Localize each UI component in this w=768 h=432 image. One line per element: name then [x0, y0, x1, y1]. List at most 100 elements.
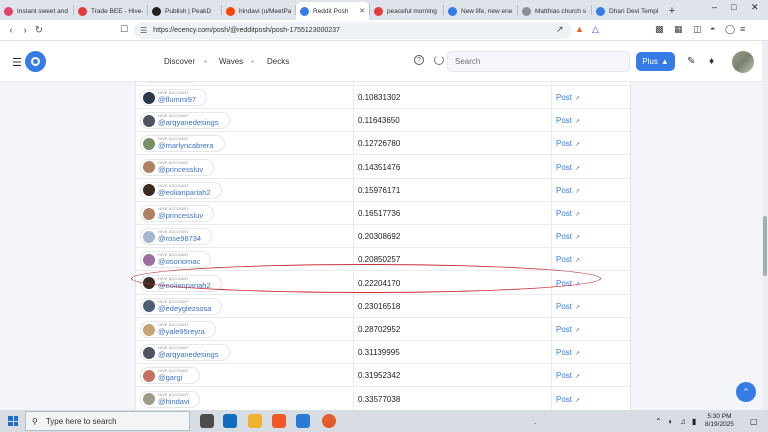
- clock-date: 8/19/2025: [705, 421, 734, 428]
- account-pill[interactable]: HIVE ACCOUNT @arqyanedesings: [140, 344, 230, 362]
- browser-tab[interactable]: peaceful morning: [370, 2, 443, 20]
- page-viewport: HIVE ACCOUNT0.09905895HIVE ACCOUNT@flumm…: [0, 41, 768, 410]
- account-pill[interactable]: HIVE ACCOUNT @eolianpariah2: [140, 274, 222, 292]
- help-icon[interactable]: ?: [414, 55, 424, 65]
- bookmark-icon[interactable]: ☐: [120, 24, 128, 35]
- browser-tab[interactable]: Reddit Posh ✕: [296, 2, 369, 20]
- external-link-icon: ↗: [575, 142, 581, 149]
- account-pill[interactable]: HIVE ACCOUNT @rose98734: [140, 228, 213, 246]
- account-pill[interactable]: HIVE ACCOUNT @princessluv: [140, 205, 215, 222]
- post-label: Post: [556, 394, 573, 404]
- post-label: Post: [556, 162, 573, 172]
- brave-browser-icon[interactable]: [272, 414, 286, 428]
- browser-tab[interactable]: New life, new ene: [444, 2, 517, 20]
- share-icon[interactable]: ↗: [556, 24, 564, 35]
- wifi-icon[interactable]: ◑: [667, 417, 672, 426]
- post-link[interactable]: Post ↗: [552, 86, 632, 109]
- nav-waves[interactable]: Waves: [219, 57, 243, 66]
- taskbar-clock[interactable]: 5:30 PM 8/19/2025: [705, 413, 734, 429]
- search-icon: ⚲: [32, 416, 38, 426]
- user-avatar[interactable]: [732, 51, 754, 73]
- tab-label: Trade BEE - Hive-: [91, 7, 143, 15]
- account-cell: HIVE ACCOUNT @princessluv: [136, 155, 354, 179]
- account-pill[interactable]: HIVE ACCOUNT @eolianpariah2: [140, 181, 222, 199]
- wallet-icon[interactable]: ▦: [674, 24, 683, 35]
- scrollbar-thumb[interactable]: [763, 216, 767, 276]
- post-link[interactable]: Post ↗: [552, 248, 632, 271]
- volume-icon[interactable]: ♫: [680, 417, 686, 426]
- edit-icon[interactable]: ✎: [687, 56, 695, 67]
- ecency-logo[interactable]: [25, 51, 46, 72]
- value-cell: 0.12726780: [354, 132, 552, 156]
- user-avatar-icon: [143, 184, 155, 197]
- account-pill[interactable]: HIVE ACCOUNT @hindavi: [140, 390, 201, 408]
- account-pill[interactable]: HIVE ACCOUNT @arqyanedesings: [140, 112, 230, 130]
- brave-shield-icon[interactable]: ▲: [575, 24, 584, 34]
- account-pill[interactable]: HIVE ACCOUNT @gargi: [140, 367, 200, 385]
- maximize-icon[interactable]: □: [731, 2, 736, 12]
- tab-label: Instant sweet and: [17, 7, 68, 15]
- vpn-icon[interactable]: ◯: [725, 24, 735, 35]
- browser-tab[interactable]: hindavi (u/MeetPal: [222, 2, 295, 20]
- post-link[interactable]: Post ↗: [552, 272, 632, 295]
- notifications-icon[interactable]: ▢: [750, 417, 758, 426]
- menu-icon[interactable]: ≡: [740, 24, 745, 34]
- browser-tab[interactable]: Dhari Devi Templ: [592, 2, 665, 20]
- network-icon[interactable]: ⌃: [655, 417, 662, 426]
- close-tab-icon[interactable]: ✕: [359, 7, 365, 15]
- post-link[interactable]: Post ↗: [552, 388, 632, 410]
- browser-tab[interactable]: Instant sweet and: [0, 2, 73, 20]
- minimize-icon[interactable]: –: [712, 2, 717, 12]
- post-link[interactable]: Post ↗: [552, 225, 632, 248]
- account-pill[interactable]: HIVE ACCOUNT @osoriomac: [140, 251, 212, 269]
- battery-icon[interactable]: ▮: [692, 417, 696, 426]
- plus-boost-icon: ▲: [660, 57, 669, 66]
- search-input[interactable]: [447, 51, 630, 72]
- bell-icon[interactable]: ♦: [709, 56, 714, 67]
- sidebar-icon[interactable]: ◫: [693, 24, 702, 35]
- new-tab-button[interactable]: +: [665, 2, 679, 20]
- file-explorer-icon[interactable]: [248, 414, 262, 428]
- post-link[interactable]: Post ↗: [552, 179, 632, 202]
- start-icon[interactable]: [8, 416, 18, 426]
- nav-decks[interactable]: Decks: [267, 57, 289, 66]
- url-field[interactable]: ☰ https://ecency.com/posh/@redditposh/po…: [134, 22, 572, 39]
- post-link[interactable]: Post ↗: [552, 364, 632, 387]
- post-link[interactable]: Post ↗: [552, 295, 632, 318]
- browser-tab[interactable]: Publish | PeakD: [148, 2, 221, 20]
- extensions-icon[interactable]: ▩: [655, 24, 664, 35]
- account-pill[interactable]: HIVE ACCOUNT @yale95reyra: [140, 321, 216, 338]
- account-pill[interactable]: HIVE ACCOUNT @flummi97: [140, 89, 208, 106]
- post-link[interactable]: Post ↗: [552, 341, 632, 364]
- hamburger-menu-icon[interactable]: ☰: [12, 56, 22, 69]
- post-link[interactable]: Post ↗: [552, 109, 632, 132]
- close-window-icon[interactable]: ✕: [751, 2, 759, 13]
- rewards-icon[interactable]: △: [592, 24, 599, 35]
- post-link[interactable]: Post ↗: [552, 202, 632, 225]
- nav-discover[interactable]: Discover: [164, 57, 195, 66]
- post-link[interactable]: Post ↗: [552, 132, 632, 155]
- page-scrollbar[interactable]: [762, 41, 768, 410]
- task-view-icon[interactable]: [200, 414, 214, 428]
- tab-label: peaceful morning: [387, 7, 437, 15]
- value-cell: 0.16517736: [354, 202, 552, 225]
- post-link[interactable]: Post ↗: [552, 156, 632, 179]
- firefox-icon[interactable]: [322, 414, 336, 428]
- account-pill[interactable]: HIVE ACCOUNT @edeyglezsosa: [140, 297, 223, 315]
- forward-icon[interactable]: ›: [18, 25, 32, 36]
- site-info-icon[interactable]: ☰: [140, 26, 147, 35]
- account-name: @princessluv: [158, 211, 204, 220]
- account-pill[interactable]: HIVE ACCOUNT @princessluv: [140, 158, 215, 176]
- browser-tab[interactable]: Matthias church s: [518, 2, 591, 20]
- reload-icon[interactable]: ↻: [32, 25, 46, 36]
- back-icon[interactable]: ‹: [4, 25, 18, 36]
- outlook-icon[interactable]: [223, 414, 237, 428]
- scroll-to-top-button[interactable]: ⌃: [736, 382, 756, 402]
- browser-tab[interactable]: Trade BEE - Hive-: [74, 2, 147, 20]
- post-link[interactable]: Post ↗: [552, 318, 632, 341]
- taskbar-search[interactable]: ⚲ Type here to search: [25, 411, 190, 431]
- account-pill[interactable]: HIVE ACCOUNT @marlyncabrera: [140, 135, 225, 153]
- leo-icon[interactable]: ◓: [710, 24, 715, 34]
- photos-icon[interactable]: [296, 414, 310, 428]
- plus-button[interactable]: Plus ▲: [636, 52, 675, 71]
